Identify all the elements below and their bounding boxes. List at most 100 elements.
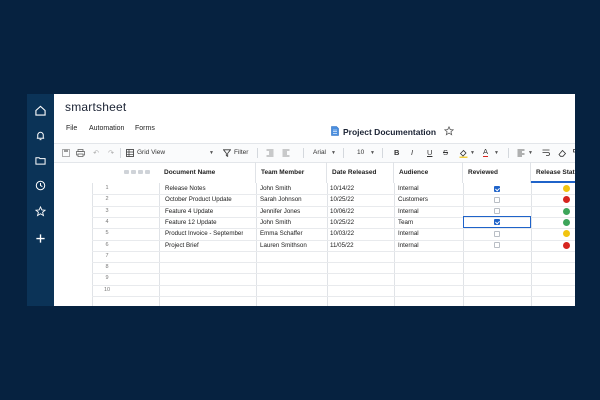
row-divider bbox=[92, 262, 575, 264]
redo-icon[interactable]: ↷ bbox=[106, 148, 116, 158]
reviewed-checkbox[interactable] bbox=[494, 196, 500, 203]
save-icon[interactable] bbox=[61, 148, 71, 158]
cell-audience[interactable]: Internal bbox=[398, 240, 419, 251]
cell-audience[interactable]: Internal bbox=[398, 228, 419, 239]
cell-document-name[interactable]: Project Brief bbox=[165, 240, 199, 251]
reviewed-checkbox[interactable] bbox=[494, 230, 500, 237]
cell-document-name[interactable]: Feature 12 Update bbox=[165, 217, 217, 228]
bell-icon[interactable] bbox=[33, 128, 48, 143]
indent-icon[interactable] bbox=[281, 148, 291, 158]
left-nav bbox=[27, 94, 54, 306]
text-color-button[interactable]: A bbox=[483, 148, 489, 157]
reviewed-checkbox[interactable] bbox=[494, 242, 500, 248]
format-painter-icon[interactable] bbox=[572, 148, 575, 158]
cell-date-released[interactable]: 10/06/22 bbox=[330, 206, 354, 217]
undo-icon[interactable]: ↶ bbox=[91, 148, 101, 158]
cell-date-released[interactable]: 10/03/22 bbox=[330, 228, 354, 239]
cell-audience[interactable]: Team bbox=[398, 217, 413, 228]
align-icon[interactable] bbox=[516, 148, 526, 158]
underline-button[interactable]: U bbox=[427, 148, 432, 158]
cell-date-released[interactable]: 10/25/22 bbox=[330, 194, 354, 205]
col-header-audience[interactable]: Audience bbox=[394, 162, 463, 183]
cell-audience[interactable]: Internal bbox=[398, 206, 419, 217]
status-indicator-red[interactable] bbox=[563, 241, 570, 249]
reviewed-checkbox[interactable] bbox=[494, 185, 500, 192]
sheet-grid: Document Name Team Member Date Released … bbox=[54, 162, 575, 306]
wrap-text-icon[interactable] bbox=[541, 148, 551, 158]
cell-team-member[interactable]: John Smith bbox=[260, 183, 291, 194]
strikethrough-button[interactable]: S bbox=[443, 148, 448, 158]
cell-document-name[interactable]: Release Notes bbox=[165, 183, 206, 194]
grid-view-icon bbox=[125, 148, 135, 158]
row-number[interactable]: 3 bbox=[92, 206, 122, 217]
cell-team-member[interactable]: John Smith bbox=[260, 217, 291, 228]
menu-forms[interactable]: Forms bbox=[135, 125, 155, 132]
reviewed-checkbox[interactable] bbox=[494, 208, 500, 215]
col-header-reviewed[interactable]: Reviewed bbox=[463, 162, 531, 183]
star-icon[interactable] bbox=[33, 204, 48, 219]
row-number[interactable]: 5 bbox=[92, 228, 122, 239]
align-chevron-icon[interactable]: ▼ bbox=[528, 148, 533, 158]
size-chevron-icon[interactable]: ▼ bbox=[370, 148, 375, 158]
selected-cell-outline bbox=[463, 216, 531, 229]
row-number[interactable]: 4 bbox=[92, 217, 122, 228]
menu-file[interactable]: File bbox=[66, 125, 77, 132]
cell-team-member[interactable]: Jennifer Jones bbox=[260, 206, 300, 217]
status-indicator-yellow[interactable] bbox=[563, 185, 570, 192]
cell-audience[interactable]: Internal bbox=[398, 183, 419, 194]
cell-team-member[interactable]: Sarah Johnson bbox=[260, 194, 302, 205]
clear-format-icon[interactable] bbox=[557, 148, 567, 158]
row-divider bbox=[92, 250, 575, 252]
bold-button[interactable]: B bbox=[394, 148, 399, 158]
toolbar: ↶ ↷ Grid View ▼ Filter Arial ▼ 10 ▼ B I … bbox=[54, 143, 575, 163]
print-icon[interactable] bbox=[75, 148, 85, 158]
status-indicator-green[interactable] bbox=[563, 207, 570, 215]
font-size-select[interactable]: 10 bbox=[357, 148, 364, 158]
col-header-release-status[interactable]: Release Status bbox=[531, 162, 575, 183]
grid-view-button[interactable]: Grid View bbox=[137, 148, 165, 158]
clock-icon[interactable] bbox=[33, 178, 48, 193]
status-indicator-yellow[interactable] bbox=[563, 230, 570, 238]
brand-logo: smartsheet bbox=[65, 100, 127, 114]
italic-button[interactable]: I bbox=[411, 148, 413, 158]
favorite-star-icon[interactable] bbox=[443, 123, 455, 141]
row-number[interactable]: 6 bbox=[92, 240, 122, 251]
col-header-date-released[interactable]: Date Released bbox=[327, 162, 394, 183]
cell-document-name[interactable]: October Product Update bbox=[165, 194, 232, 205]
row-number[interactable]: 8 bbox=[92, 262, 122, 273]
menu-automation[interactable]: Automation bbox=[89, 125, 124, 132]
cell-date-released[interactable]: 10/14/22 bbox=[330, 183, 354, 194]
filter-icon bbox=[222, 148, 232, 158]
row-number[interactable]: 9 bbox=[92, 273, 122, 284]
cell-date-released[interactable]: 11/05/22 bbox=[330, 240, 354, 251]
folder-icon[interactable] bbox=[33, 153, 48, 168]
status-indicator-red[interactable] bbox=[563, 196, 570, 204]
text-color-chevron-icon[interactable]: ▼ bbox=[494, 148, 499, 158]
status-indicator-green[interactable] bbox=[563, 218, 570, 226]
cell-team-member[interactable]: Lauren Smithson bbox=[260, 240, 307, 251]
cell-document-name[interactable]: Feature 4 Update bbox=[165, 206, 213, 217]
cell-audience[interactable]: Customers bbox=[398, 194, 428, 205]
row-number[interactable]: 10 bbox=[92, 285, 122, 296]
row-number[interactable]: 7 bbox=[92, 251, 122, 262]
row-number[interactable]: 1 bbox=[92, 183, 122, 194]
comment-icon bbox=[124, 170, 129, 174]
row-number[interactable]: 2 bbox=[92, 194, 122, 205]
col-header-document-name[interactable]: Document Name bbox=[159, 162, 256, 183]
font-chevron-icon[interactable]: ▼ bbox=[331, 148, 336, 158]
cell-date-released[interactable]: 10/25/22 bbox=[330, 217, 354, 228]
cell-team-member[interactable]: Emma Schaffer bbox=[260, 228, 303, 239]
outdent-icon[interactable] bbox=[265, 148, 275, 158]
col-header-team-member[interactable]: Team Member bbox=[256, 162, 327, 183]
document-header: Project Documentation bbox=[331, 123, 455, 141]
sheet-icon bbox=[331, 123, 339, 141]
plus-icon[interactable] bbox=[33, 231, 48, 246]
row-divider bbox=[92, 273, 575, 275]
font-family-select[interactable]: Arial bbox=[313, 148, 326, 158]
fill-color-icon[interactable] bbox=[458, 148, 468, 158]
fill-chevron-icon[interactable]: ▼ bbox=[470, 148, 475, 158]
home-icon[interactable] bbox=[33, 103, 48, 118]
cell-document-name[interactable]: Product Invoice - September bbox=[165, 228, 243, 239]
grid-view-chevron-icon[interactable]: ▼ bbox=[209, 148, 214, 158]
filter-button[interactable]: Filter bbox=[234, 148, 248, 158]
